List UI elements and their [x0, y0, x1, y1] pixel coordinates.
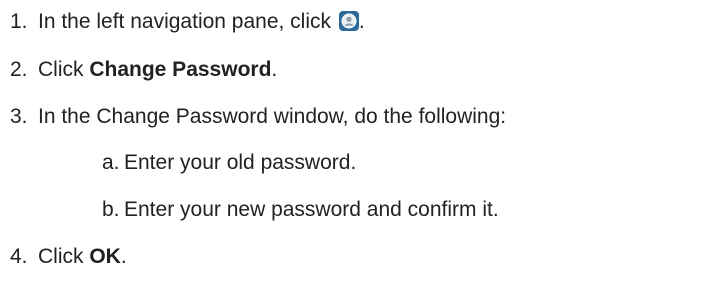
substep-a: a. Enter your old password.: [102, 151, 356, 175]
step-text: Click: [38, 245, 90, 268]
step-text: In the Change Password window, do the fo…: [38, 105, 507, 128]
substep-text: Enter your old password.: [124, 151, 357, 174]
step-3: 3. In the Change Password window, do the …: [0, 105, 506, 129]
instruction-list: 1. In the left navigation pane, click . 2…: [0, 0, 704, 293]
change-password-label: Change Password: [89, 58, 272, 81]
step-text: In the left navigation pane, click: [38, 10, 337, 33]
step-text-end: .: [271, 58, 278, 81]
step-number: 3.: [10, 105, 28, 128]
step-text-end: .: [120, 245, 127, 268]
substep-b: b. Enter your new password and confirm it…: [102, 198, 499, 222]
step-number: 1.: [10, 10, 28, 33]
step-text-end: .: [358, 10, 365, 33]
step-2: 2. Click Change Password.: [0, 58, 277, 82]
substep-letter: a.: [102, 151, 120, 174]
ok-label: OK: [89, 245, 121, 268]
step-text: Click: [38, 58, 90, 81]
step-4: 4. Click OK.: [0, 245, 127, 269]
substep-letter: b.: [102, 198, 120, 221]
user-profile-icon: [338, 11, 359, 31]
step-1: 1. In the left navigation pane, click .: [0, 10, 365, 34]
substep-text: Enter your new password and confirm it.: [124, 198, 499, 221]
step-number: 2.: [10, 58, 28, 81]
step-number: 4.: [10, 245, 28, 268]
